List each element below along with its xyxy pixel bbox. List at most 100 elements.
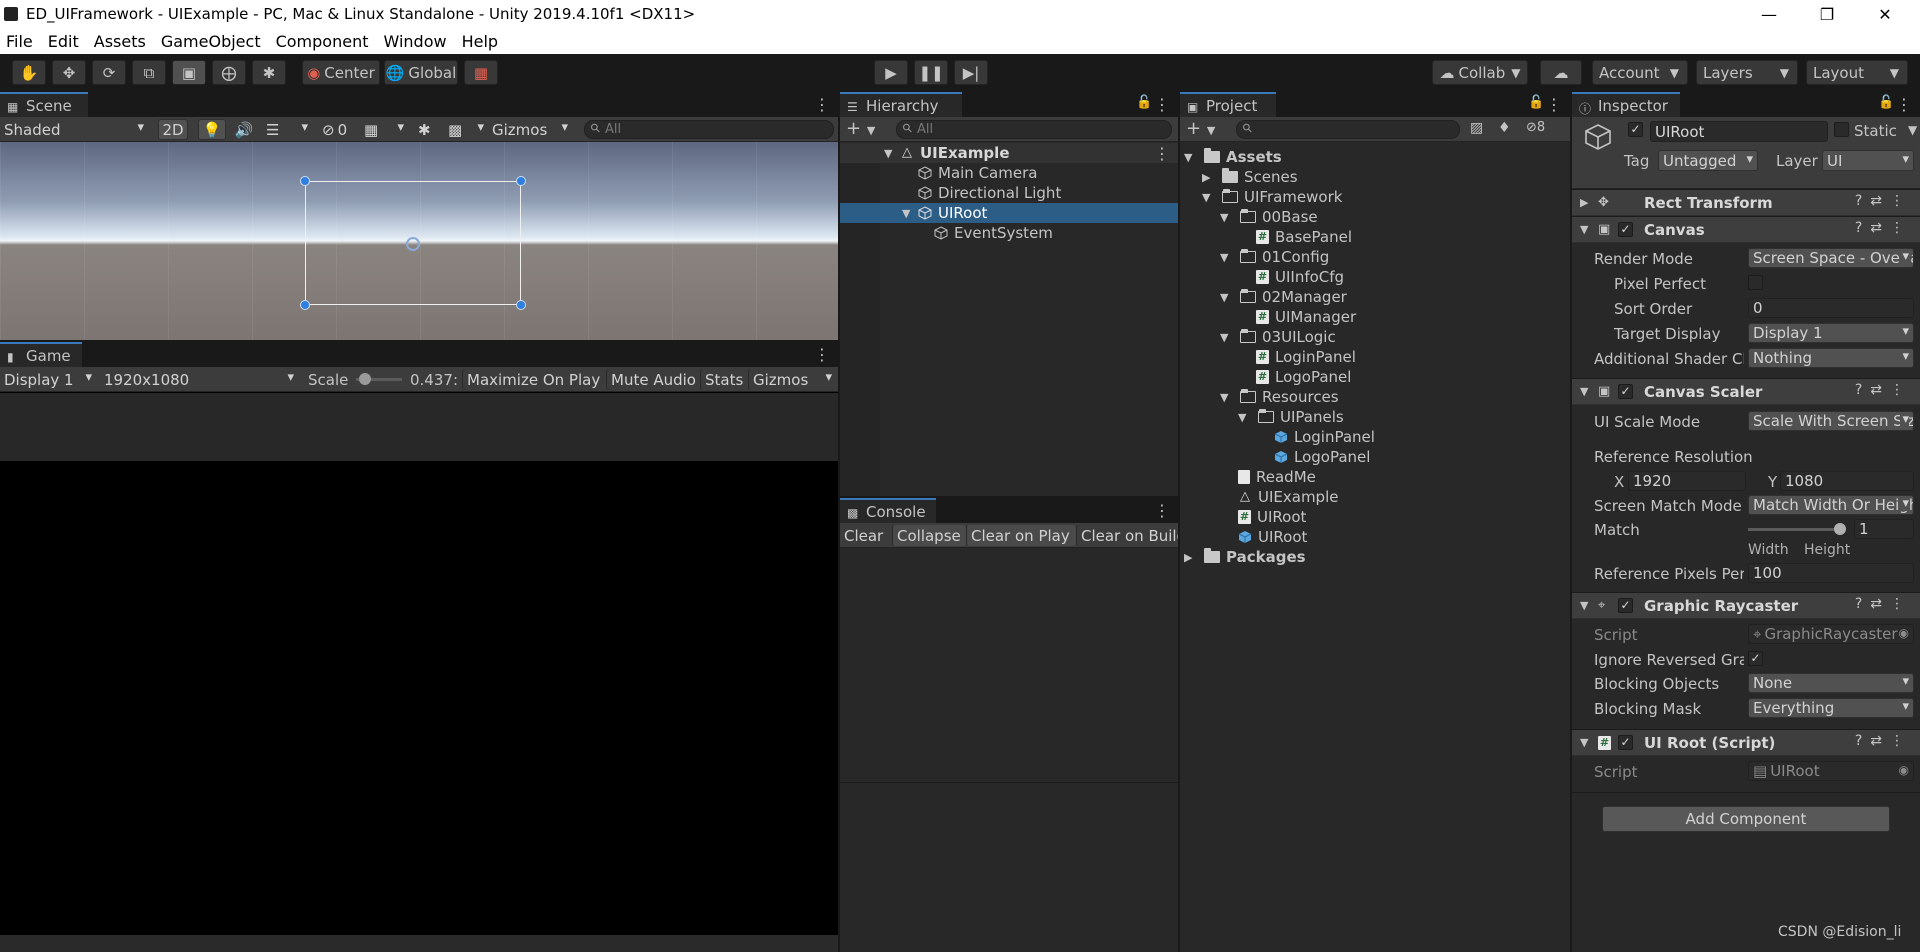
rect-handle-bottom-right[interactable]: [516, 300, 526, 310]
minimize-button[interactable]: —: [1740, 0, 1798, 29]
scene-search-input[interactable]: All: [584, 120, 834, 139]
target-display-dropdown[interactable]: Display 1: [1748, 323, 1914, 343]
expand-arrow-icon[interactable]: ▼: [1220, 211, 1240, 224]
resolution-dropdown[interactable]: 1920x1080: [100, 369, 298, 390]
move-tool-button[interactable]: ✥: [52, 60, 86, 85]
menu-assets[interactable]: Assets: [94, 32, 146, 51]
match-slider-knob[interactable]: [1834, 523, 1846, 535]
game-gizmos-dropdown[interactable]: Gizmos: [748, 369, 836, 390]
layout-dropdown[interactable]: Layout ▼: [1806, 60, 1908, 85]
reference-y-input[interactable]: 1080: [1780, 471, 1914, 491]
scale-tool-button[interactable]: ⧉: [132, 60, 166, 85]
reference-pixels-input[interactable]: 100: [1748, 563, 1914, 583]
uiroot-script-header[interactable]: ▼ # ✓ UI Root (Script) ?⇄⋮: [1572, 729, 1920, 756]
blocking-mask-dropdown[interactable]: Everything: [1748, 698, 1914, 718]
play-button[interactable]: ▶: [874, 60, 908, 85]
uiroot-enabled-checkbox[interactable]: ✓: [1618, 735, 1633, 750]
pause-button[interactable]: ❚❚: [914, 60, 948, 85]
lighting-toggle[interactable]: 💡: [198, 119, 226, 140]
object-picker-icon[interactable]: ◉: [1899, 763, 1909, 777]
project-scene-uiexample[interactable]: △ UIExample: [1238, 487, 1338, 507]
transform-tool-button[interactable]: ⨁: [212, 60, 246, 85]
hand-tool-button[interactable]: ✋: [12, 60, 46, 85]
close-button[interactable]: ✕: [1856, 0, 1914, 29]
project-prefab-uiroot[interactable]: UIRoot: [1238, 527, 1307, 547]
more-menu-icon[interactable]: ⋮: [1154, 95, 1170, 114]
project-search-input[interactable]: [1236, 120, 1460, 139]
tab-inspector[interactable]: ⓘ Inspector: [1572, 92, 1680, 117]
object-picker-icon[interactable]: ◉: [1899, 626, 1909, 640]
console-clear-on-build-toggle[interactable]: Clear on Build: [1076, 525, 1178, 546]
expand-arrow-icon[interactable]: ▼: [1580, 385, 1588, 398]
scene-gizmos-dropdown[interactable]: Gizmos: [488, 119, 572, 140]
2d-toggle[interactable]: 2D: [158, 119, 188, 140]
shader-channels-dropdown[interactable]: Nothing: [1748, 348, 1914, 368]
scene-menu-icon[interactable]: ⋮: [1154, 144, 1170, 163]
expand-arrow-icon[interactable]: ▼: [1580, 223, 1588, 236]
expand-arrow-icon[interactable]: ▼: [1238, 411, 1258, 424]
more-menu-icon[interactable]: ⋮: [814, 95, 830, 114]
expand-arrow-icon[interactable]: ▼: [1184, 151, 1204, 164]
layer-dropdown[interactable]: UI: [1822, 150, 1914, 171]
project-folder-assets[interactable]: ▼ Assets: [1184, 147, 1282, 167]
canvas-enabled-checkbox[interactable]: ✓: [1618, 222, 1633, 237]
project-folder-03uilogic[interactable]: ▼ 03UILogic: [1220, 327, 1336, 347]
component-tools-icon[interactable]: ?⇄⋮: [1855, 193, 1912, 209]
uiroot-script-field[interactable]: ▤ UIRoot ◉: [1748, 761, 1914, 781]
project-script-uimanager[interactable]: # UIManager: [1256, 307, 1356, 327]
project-script-basepanel[interactable]: # BasePanel: [1256, 227, 1352, 247]
collapse-arrow-icon[interactable]: ▶: [1184, 551, 1204, 564]
hierarchy-search-input[interactable]: All: [896, 120, 1172, 139]
static-checkbox[interactable]: [1834, 122, 1849, 137]
step-button[interactable]: ▶|: [954, 60, 988, 85]
console-splitter[interactable]: [840, 782, 1178, 783]
menu-component[interactable]: Component: [276, 32, 369, 51]
project-folder-01config[interactable]: ▼ 01Config: [1220, 247, 1329, 267]
hidden-packages-icon[interactable]: ⊘8: [1526, 120, 1545, 135]
project-folder-uiframework[interactable]: ▼ UIFramework: [1202, 187, 1342, 207]
expand-arrow-icon[interactable]: ▼: [902, 207, 910, 220]
expand-arrow-icon[interactable]: ▼: [1220, 291, 1240, 304]
maximize-on-play-toggle[interactable]: Maximize On Play: [462, 369, 604, 390]
menu-edit[interactable]: Edit: [48, 32, 79, 51]
screen-match-mode-dropdown[interactable]: Match Width Or Height: [1748, 495, 1914, 515]
component-tools-icon[interactable]: ?⇄⋮: [1855, 596, 1912, 612]
ui-scale-mode-dropdown[interactable]: Scale With Screen Size: [1748, 411, 1914, 431]
create-plus-icon[interactable]: + ▼: [846, 118, 875, 139]
tab-game[interactable]: ▮ Game: [0, 342, 82, 367]
mute-audio-toggle[interactable]: Mute Audio: [606, 369, 698, 390]
project-prefab-logopanel[interactable]: LogoPanel: [1274, 447, 1370, 467]
pivot-global-button[interactable]: 🌐 Global: [384, 60, 458, 85]
tab-console[interactable]: ▩ Console: [840, 498, 936, 523]
lock-icon[interactable]: 🔓: [1528, 95, 1544, 110]
expand-arrow-icon[interactable]: ▼: [1220, 331, 1240, 344]
object-name-input[interactable]: UIRoot: [1650, 121, 1828, 142]
expand-arrow-icon[interactable]: ▼: [1220, 251, 1240, 264]
project-prefab-loginpanel[interactable]: LoginPanel: [1274, 427, 1375, 447]
expand-arrow-icon[interactable]: ▼: [1580, 736, 1588, 749]
tab-hierarchy[interactable]: ☰ Hierarchy: [840, 92, 962, 117]
menu-window[interactable]: Window: [383, 32, 446, 51]
effects-dropdown[interactable]: ☰: [262, 119, 312, 140]
project-folder-00base[interactable]: ▼ 00Base: [1220, 207, 1318, 227]
canvas-header[interactable]: ▼ ▣ ✓ Canvas ?⇄⋮: [1572, 216, 1920, 243]
filter-label-icon[interactable]: ♦: [1498, 120, 1511, 136]
collapse-arrow-icon[interactable]: ▶: [1580, 196, 1588, 209]
console-clear-on-play-toggle[interactable]: Clear on Play: [966, 525, 1076, 546]
rect-handle-bottom-left[interactable]: [300, 300, 310, 310]
expand-arrow-icon[interactable]: ▼: [1202, 191, 1222, 204]
project-folder-uipanels[interactable]: ▼ UIPanels: [1238, 407, 1344, 427]
console-collapse-toggle[interactable]: Collapse: [892, 525, 966, 546]
project-script-loginpanel[interactable]: # LoginPanel: [1256, 347, 1356, 367]
expand-arrow-icon[interactable]: ▼: [1580, 599, 1588, 612]
scene-viewport[interactable]: [0, 142, 838, 340]
pivot-handle[interactable]: [406, 237, 420, 251]
rect-handle-top-right[interactable]: [516, 176, 526, 186]
rotate-tool-button[interactable]: ⟳: [92, 60, 126, 85]
hierarchy-item-eventsystem[interactable]: EventSystem: [934, 223, 1053, 243]
game-scrollbar[interactable]: [0, 935, 838, 952]
tab-scene[interactable]: ▦ Scene: [0, 92, 88, 117]
custom-tool-button[interactable]: ✱: [252, 60, 286, 85]
lock-icon[interactable]: 🔓: [1878, 95, 1894, 110]
project-folder-packages[interactable]: ▶ Packages: [1184, 547, 1306, 567]
